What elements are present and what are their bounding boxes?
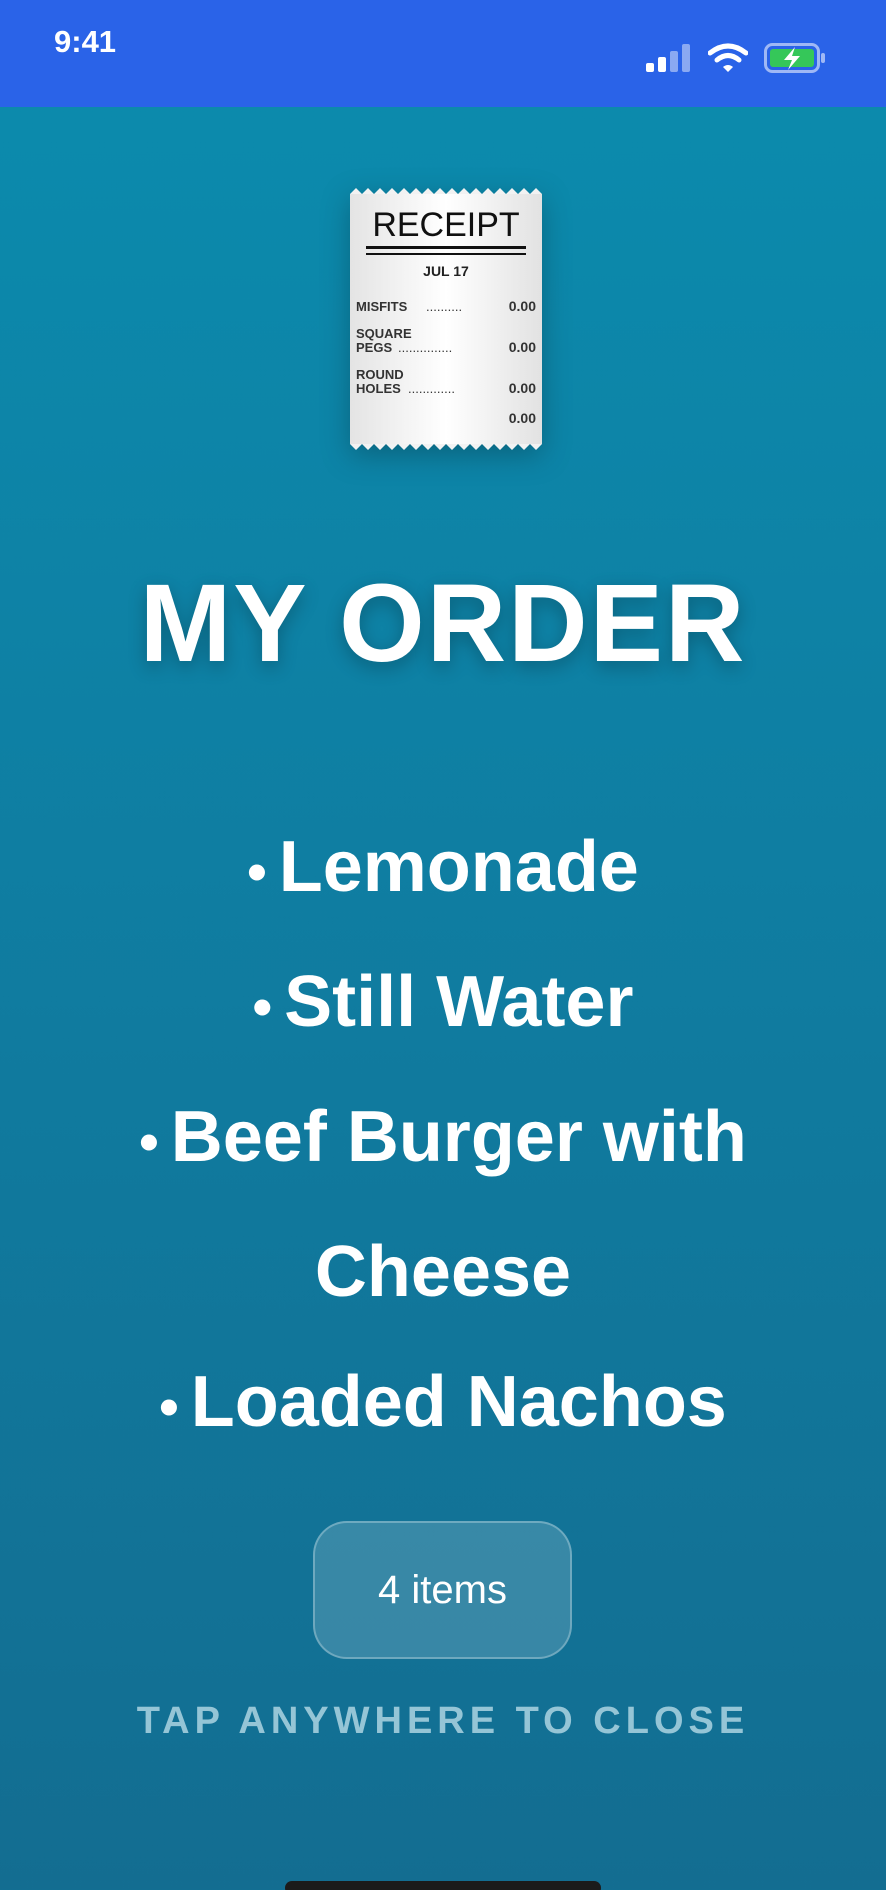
battery-charging-icon	[764, 42, 826, 74]
bullet: •	[139, 1110, 159, 1173]
status-icons	[646, 40, 826, 76]
receipt-total: 0.00	[509, 410, 536, 426]
page-title: MY ORDER	[139, 562, 747, 685]
order-list: • Lemonade • Still Water • Beef Burger with…	[100, 802, 786, 1472]
receipt-line-label: ROUND	[356, 367, 404, 382]
close-hint: TAP ANYWHERE TO CLOSE	[136, 1700, 750, 1742]
list-item: • Loaded Nachos	[100, 1337, 786, 1472]
item-label: Beef Burger with Cheese	[170, 1097, 747, 1312]
status-time: 9:41	[54, 24, 117, 59]
receipt-date: JUL 17	[423, 263, 469, 279]
receipt-line-amount: 0.00	[509, 339, 536, 355]
receipt-heading: RECEIPT	[372, 206, 519, 244]
receipt-line-amount: 0.00	[509, 298, 536, 314]
bullet: •	[247, 840, 267, 903]
list-item: • Still Water	[100, 937, 786, 1072]
receipt-line-label: PEGS	[356, 340, 392, 355]
receipt-line-label: MISFITS	[356, 299, 408, 314]
home-indicator[interactable]	[285, 1881, 601, 1890]
receipt-line-dots: .............	[408, 381, 455, 396]
item-label: Lemonade	[278, 827, 639, 907]
cellular-signal-icon	[646, 43, 692, 73]
receipt-line-label: SQUARE	[356, 326, 412, 341]
item-count-label: 4 items	[378, 1567, 507, 1612]
receipt-line-amount: 0.00	[509, 380, 536, 396]
status-bar: 9:41	[0, 0, 886, 107]
bullet: •	[252, 975, 273, 1038]
wifi-icon	[708, 43, 748, 73]
receipt-line-dots: ..........	[426, 299, 462, 314]
item-count-button[interactable]: 4 items	[313, 1521, 572, 1659]
receipt-icon: RECEIPT JUL 17 MISFITS .......... 0.00 S…	[346, 188, 546, 450]
receipt-line-dots: ...............	[398, 340, 452, 355]
item-label: Loaded Nachos	[190, 1362, 727, 1442]
receipt-line-label: HOLES	[356, 381, 401, 396]
list-item: • Beef Burger with Cheese	[100, 1072, 786, 1337]
bullet: •	[159, 1375, 179, 1438]
list-item: • Lemonade	[100, 802, 786, 937]
item-label: Still Water	[284, 962, 634, 1042]
